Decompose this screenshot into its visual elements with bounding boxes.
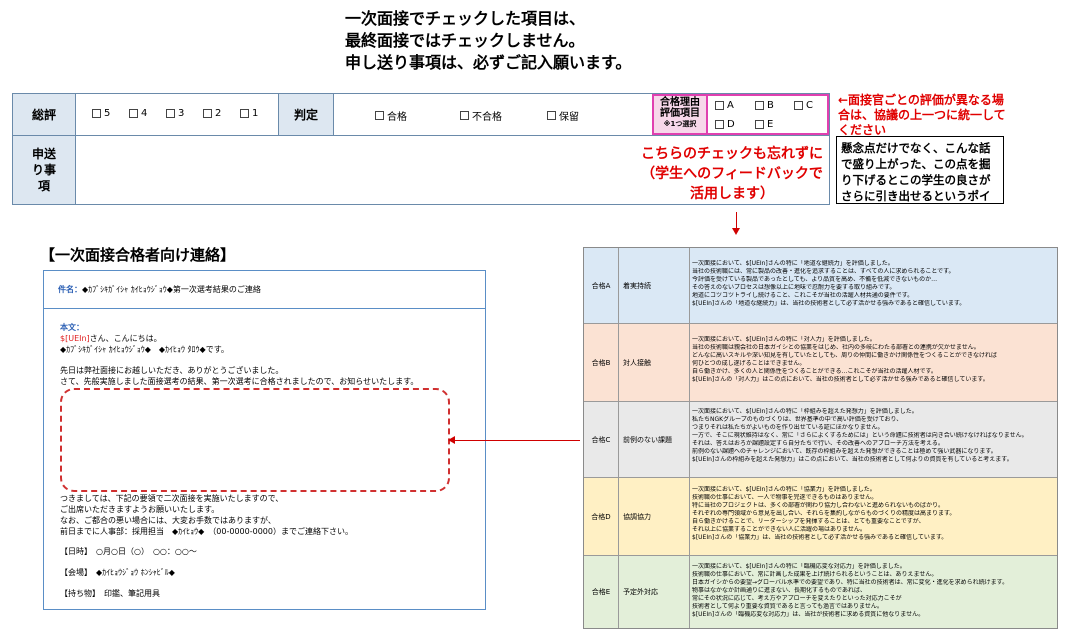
hold-checkbox[interactable]: 保留 xyxy=(547,108,579,123)
attend-line: ご出席いただきますようお願いいたします。 xyxy=(60,505,220,514)
reason-b-checkbox[interactable]: B xyxy=(755,100,774,111)
score-3-checkbox[interactable]: 3 xyxy=(166,108,184,119)
criteria-description: 一次面接において、$[UEIn]さんの特に「対人力」を評価しました。 当社の技術職… xyxy=(692,336,998,383)
items-line: 【持ち物】 印鑑、筆記用具 xyxy=(60,589,160,598)
reason-e-checkbox[interactable]: E xyxy=(755,119,773,130)
score-5-checkbox[interactable]: 5 xyxy=(92,108,110,119)
score-1-checkbox[interactable]: 1 xyxy=(240,108,258,119)
contact-line-1: なお、ご都合の悪い場合には、大変お手数ではありますが、 xyxy=(60,516,276,525)
overall-label: 総評 xyxy=(13,94,76,135)
criteria-description: 一次面接において、$[UEIn]さんの特に「臨機応変な対応力」を評価しました。技… xyxy=(692,563,1009,618)
thanks-line: 先日は弊社面接にお越しいただき、ありがとうございました。 xyxy=(60,366,284,375)
instruction-heading: 一次面接でチェックした項目は、 最終面接ではチェックしません。 申し送り事項は、… xyxy=(345,8,631,74)
reason-c-checkbox[interactable]: C xyxy=(794,100,813,111)
heading-line-3: 申し送り事項は、必ずご記入願います。 xyxy=(345,53,632,72)
reason-a-checkbox[interactable]: A xyxy=(715,100,734,111)
greeting-line: $[UEIn]さん、こんにちは。 xyxy=(60,334,162,343)
result-line: さて、先般実施しました面接選考の結果、第一次選考に合格されましたので、お知らせい… xyxy=(60,377,419,386)
criteria-row: 合格E 予定外対応 一次面接において、$[UEIn]さんの特に「臨機応変な対応力… xyxy=(584,556,1057,628)
heading-line-1: 一次面接でチェックした項目は、 xyxy=(345,9,586,28)
contact-line-2: 前日までに人事部：採用担当 ◆ｶｲﾋｮｳ◆ （00-0000-0000）までご連… xyxy=(60,527,353,536)
criteria-row: 合格D 協調協力 一次面接において、$[UEIn]さんの特に「協業力」を評価しま… xyxy=(584,478,1057,556)
next-line: つきましては、下記の要領で二次面接を実施いたしますので、 xyxy=(60,494,284,503)
score-4-checkbox[interactable]: 4 xyxy=(129,108,147,119)
pass-reason-label: 合格理由 評価項目 ※1つ選択 xyxy=(652,94,708,135)
evaluation-row: 総評 5 4 3 2 1 判定 合格 不合格 保留 合格理由 評価項目 ※1つ選… xyxy=(13,94,829,136)
heading-line-2: 最終面接ではチェックしません。 xyxy=(345,31,585,50)
fail-checkbox[interactable]: 不合格 xyxy=(460,108,502,123)
email-panel: 件名：◆ｶﾌﾞｼｷｶﾞｲｼｬ ｶｲﾋｮｳｼﾞｮｳ◆第一次選考結果のご連絡 本文：… xyxy=(43,270,486,610)
judgement-label: 判定 xyxy=(278,94,334,135)
handover-note: 懸念点だけでなく、こんな話で盛り上がった、この点を掘り下げるとこの学生の良さがさ… xyxy=(836,136,1004,204)
section-title: 【一次面接合格者向け連絡】 xyxy=(40,246,236,264)
interviewer-note: ←面接官ごとの評価が異なる場合は、協議の上一つに統一してください xyxy=(838,93,1006,137)
criteria-description: 一次面接において、$[UEIn]さんの特に「枠組みを超えた発想力」を評価しました… xyxy=(692,408,1028,463)
arrow-left-icon xyxy=(448,436,580,444)
score-2-checkbox[interactable]: 2 xyxy=(203,108,221,119)
pass-checkbox[interactable]: 合格 xyxy=(375,108,407,123)
handover-label: 申送り事項 xyxy=(13,136,76,204)
reason-d-checkbox[interactable]: D xyxy=(715,119,735,130)
email-subject: 件名：◆ｶﾌﾞｼｷｶﾞｲｼｬ ｶｲﾋｮｳｼﾞｮｳ◆第一次選考結果のご連絡 xyxy=(44,271,485,309)
arrow-down-icon xyxy=(732,212,740,235)
criteria-row: 合格A 着実持続 一次面接において、$[UEIn]さんの特に「地道な継続力」を評… xyxy=(584,248,1057,324)
criteria-table: 合格A 着実持続 一次面接において、$[UEIn]さんの特に「地道な継続力」を評… xyxy=(583,247,1058,629)
company-line: ◆ｶﾌﾞｼｷｶﾞｲｼｬ ｶｲﾋｮｳｼﾞｮｳ◆ ◆ｶｲﾋｮｳ ﾀﾛｳ◆です。 xyxy=(60,345,229,354)
insert-area[interactable] xyxy=(60,388,450,492)
venue-line: 【会場】 ◆ｶｲﾋｮｳｼﾞｮｳ ﾎﾝｼｬﾋﾞﾙ◆ xyxy=(60,568,175,577)
criteria-row: 合格C 前例のない課題 一次面接において、$[UEIn]さんの特に「枠組みを超え… xyxy=(584,402,1057,478)
criteria-description: 一次面接において、$[UEIn]さんの特に「地道な継続力」を評価しました。 当社の… xyxy=(692,260,966,307)
criteria-row: 合格B 対人接触 一次面接において、$[UEIn]さんの特に「対人力」を評価しま… xyxy=(584,324,1057,402)
date-line: 【日時】 ○月○日（○） ○○：○○～ xyxy=(60,547,197,556)
body-label: 本文： xyxy=(60,323,84,332)
pass-reason-options: A B C D E xyxy=(708,94,829,135)
check-reminder: こちらのチェックも忘れずに （学生へのフィードバックで 活用します） xyxy=(641,146,823,202)
criteria-description: 一次面接において、$[UEIn]さんの特に「協業力」を評価しました。 技術職の仕事… xyxy=(692,486,956,541)
